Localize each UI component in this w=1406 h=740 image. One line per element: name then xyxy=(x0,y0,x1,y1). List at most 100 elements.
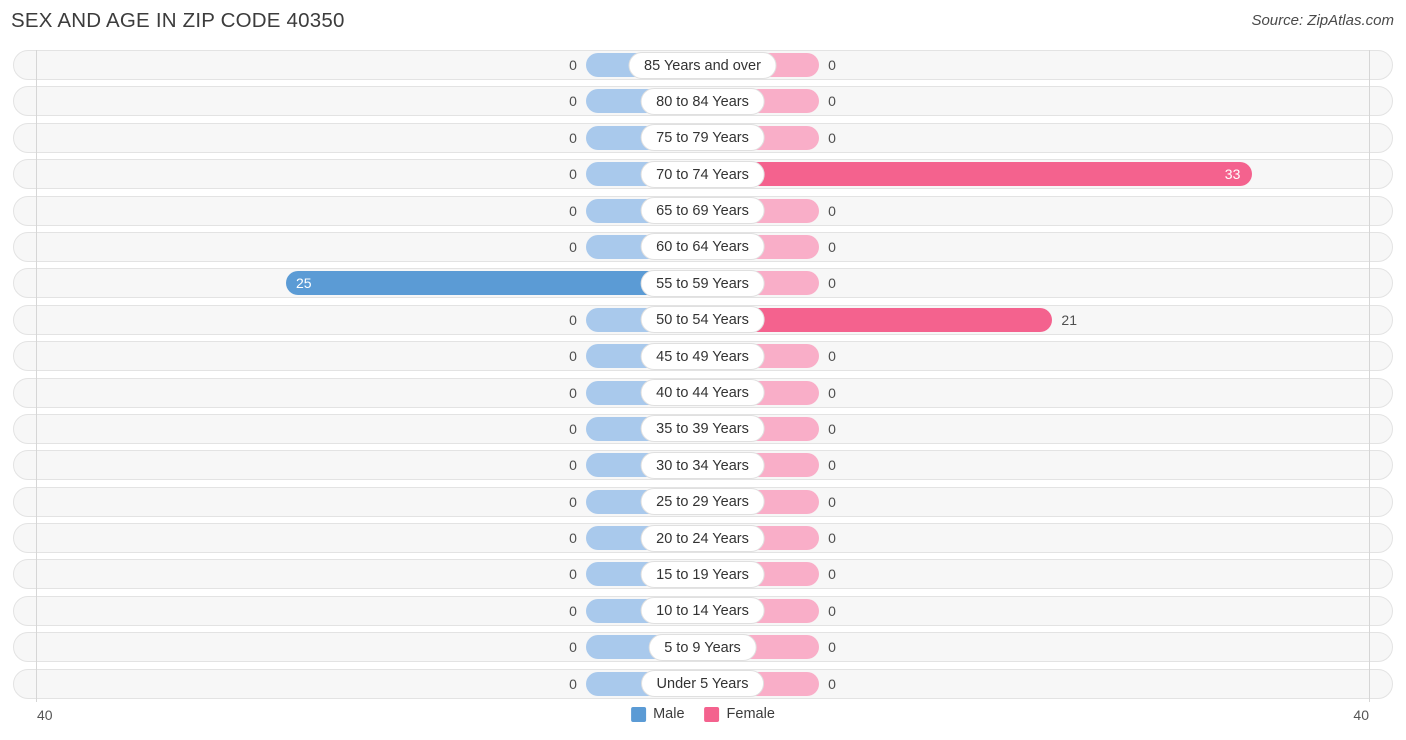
female-value-label: 0 xyxy=(828,93,836,110)
table-row[interactable]: 0 0 25 to 29 Years xyxy=(0,486,1406,517)
legend-item-female[interactable]: Female xyxy=(704,706,775,722)
male-half xyxy=(36,89,703,114)
male-value-label: 0 xyxy=(569,602,577,619)
age-group-label: 40 to 44 Years xyxy=(640,379,765,407)
table-row[interactable]: 0 0 5 to 9 Years xyxy=(0,632,1406,663)
table-row[interactable]: 0 0 80 to 84 Years xyxy=(0,86,1406,117)
male-half xyxy=(36,53,703,77)
right-axis-line xyxy=(1369,50,1370,702)
row-bar-zone: 0 0 25 to 29 Years xyxy=(36,487,1369,517)
table-row[interactable]: 0 0 65 to 69 Years xyxy=(0,195,1406,226)
source-attribution: Source: ZipAtlas.com xyxy=(1251,12,1394,29)
legend-item-male[interactable]: Male xyxy=(631,706,685,722)
female-half xyxy=(702,89,1370,114)
female-value-label: 0 xyxy=(828,602,836,619)
male-value-label: 0 xyxy=(569,493,577,510)
female-value-label: 0 xyxy=(828,530,836,547)
table-row[interactable]: 0 0 Under 5 Years xyxy=(0,668,1406,699)
age-group-label: 25 to 29 Years xyxy=(640,488,765,516)
male-value-label: 25 xyxy=(295,275,312,292)
male-value-label: 0 xyxy=(569,348,577,365)
table-row[interactable]: 0 0 40 to 44 Years xyxy=(0,377,1406,408)
table-row[interactable]: 0 0 60 to 64 Years xyxy=(0,231,1406,262)
female-value-label: 0 xyxy=(828,384,836,401)
chart-page: SEX AND AGE IN ZIP CODE 40350 Source: Zi… xyxy=(0,0,1406,740)
age-group-label: 30 to 34 Years xyxy=(640,451,765,479)
female-half xyxy=(702,671,1370,696)
female-value-label: 0 xyxy=(828,129,836,146)
female-half xyxy=(702,234,1370,259)
row-bar-zone: 0 0 20 to 24 Years xyxy=(36,523,1369,553)
female-half xyxy=(702,453,1370,478)
age-group-label: 55 to 59 Years xyxy=(640,269,765,297)
female-half xyxy=(702,416,1370,441)
table-row[interactable]: 0 33 70 to 74 Years xyxy=(0,159,1406,190)
age-group-label: 15 to 19 Years xyxy=(640,560,765,588)
female-half xyxy=(702,526,1370,551)
table-row[interactable]: 0 0 20 to 24 Years xyxy=(0,523,1406,554)
age-group-label: 35 to 39 Years xyxy=(640,415,765,443)
age-group-label: 45 to 49 Years xyxy=(640,342,765,370)
female-value-label: 0 xyxy=(828,639,836,656)
table-row[interactable]: 25 0 55 to 59 Years xyxy=(0,268,1406,299)
female-value-label: 0 xyxy=(828,238,836,255)
axis-tick-right: 40 xyxy=(1353,707,1369,723)
age-group-label: 5 to 9 Years xyxy=(648,633,757,661)
table-row[interactable]: 0 0 10 to 14 Years xyxy=(0,595,1406,626)
row-bar-zone: 0 0 80 to 84 Years xyxy=(36,86,1369,116)
table-row[interactable]: 0 0 85 Years and over xyxy=(0,50,1406,80)
age-group-row-list: 0 0 85 Years and over 0 0 80 to 84 Years 0 0 75 … xyxy=(0,50,1406,705)
male-half xyxy=(36,307,703,332)
male-swatch-icon xyxy=(631,706,647,722)
table-row[interactable]: 0 21 50 to 54 Years xyxy=(0,304,1406,335)
male-value-label: 0 xyxy=(569,566,577,583)
male-half xyxy=(36,380,703,405)
table-row[interactable]: 0 0 30 to 34 Years xyxy=(0,450,1406,481)
female-value-label: 0 xyxy=(828,420,836,437)
female-value-label: 0 xyxy=(828,202,836,219)
row-bar-zone: 0 0 45 to 49 Years xyxy=(36,341,1369,371)
female-value-label: 21 xyxy=(1061,311,1077,328)
age-group-label: Under 5 Years xyxy=(640,670,765,698)
male-value-label: 0 xyxy=(569,639,577,656)
female-half xyxy=(702,598,1370,623)
row-bar-zone: 0 21 50 to 54 Years xyxy=(36,305,1369,335)
row-bar-zone: 0 0 Under 5 Years xyxy=(36,669,1369,699)
male-value-label: 0 xyxy=(569,675,577,692)
female-half xyxy=(702,125,1370,150)
page-title: SEX AND AGE IN ZIP CODE 40350 xyxy=(11,9,345,32)
male-half xyxy=(36,344,703,369)
legend-label-female: Female xyxy=(726,706,775,722)
age-group-label: 75 to 79 Years xyxy=(640,124,765,152)
female-half xyxy=(702,307,1370,332)
table-row[interactable]: 0 0 15 to 19 Years xyxy=(0,559,1406,590)
male-half xyxy=(36,671,703,696)
row-bar-zone: 0 0 40 to 44 Years xyxy=(36,378,1369,408)
female-bar[interactable] xyxy=(702,162,1253,187)
female-swatch-icon xyxy=(704,706,720,722)
age-group-label: 85 Years and over xyxy=(628,51,777,79)
female-half xyxy=(702,198,1370,223)
row-bar-zone: 0 0 75 to 79 Years xyxy=(36,123,1369,153)
female-value-label: 0 xyxy=(828,675,836,692)
male-half xyxy=(36,598,703,623)
table-row[interactable]: 0 0 45 to 49 Years xyxy=(0,341,1406,372)
table-row[interactable]: 0 0 75 to 79 Years xyxy=(0,122,1406,153)
male-value-label: 0 xyxy=(569,420,577,437)
age-group-label: 65 to 69 Years xyxy=(640,197,765,225)
table-row[interactable]: 0 0 35 to 39 Years xyxy=(0,413,1406,444)
row-bar-zone: 0 0 5 to 9 Years xyxy=(36,632,1369,662)
age-group-label: 60 to 64 Years xyxy=(640,233,765,261)
male-value-label: 0 xyxy=(569,129,577,146)
male-value-label: 0 xyxy=(569,311,577,328)
row-bar-zone: 0 33 70 to 74 Years xyxy=(36,159,1369,189)
female-half xyxy=(702,562,1370,587)
female-half xyxy=(702,635,1370,660)
male-half xyxy=(36,489,703,514)
male-half xyxy=(36,271,703,296)
male-half xyxy=(36,416,703,441)
male-value-label: 0 xyxy=(569,530,577,547)
female-value-label: 0 xyxy=(828,348,836,365)
population-pyramid-plot: 0 0 85 Years and over 0 0 80 to 84 Years 0 0 75 … xyxy=(0,50,1406,702)
row-bar-zone: 0 0 15 to 19 Years xyxy=(36,559,1369,589)
